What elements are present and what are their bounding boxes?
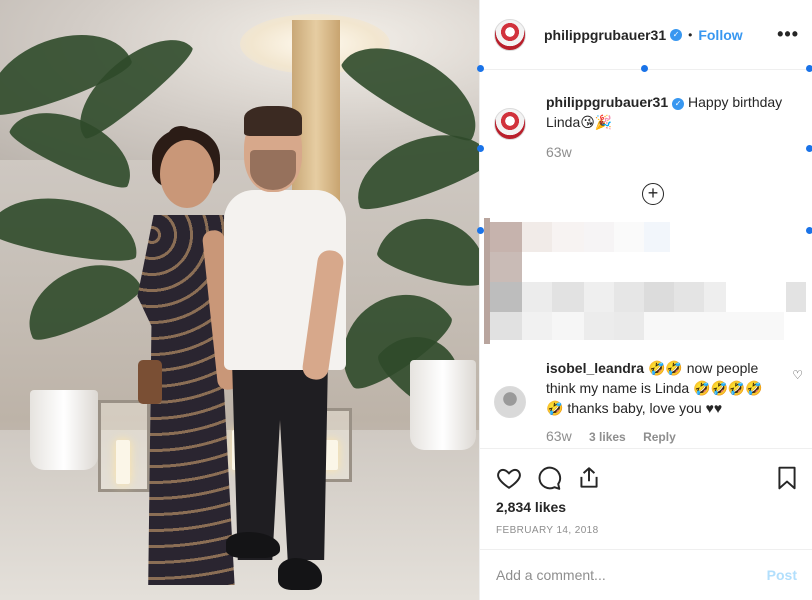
comment-icon[interactable] xyxy=(536,465,562,491)
comment-username[interactable]: isobel_leandra xyxy=(546,360,644,376)
add-comment-bar: Add a comment... Post xyxy=(480,549,812,600)
photo-planter xyxy=(410,360,476,450)
caption-author-avatar[interactable] xyxy=(494,108,526,140)
selection-handle[interactable] xyxy=(641,65,648,72)
comment-like-heart-icon[interactable]: ♡ xyxy=(792,368,803,382)
photo-face xyxy=(160,140,214,208)
redaction-pixel xyxy=(584,312,614,340)
redaction-pixel xyxy=(786,282,806,312)
selection-handle[interactable] xyxy=(477,227,484,234)
caption-text: philippgrubauer31 ✓ Happy birthday Linda😘… xyxy=(546,92,796,132)
photo-hair xyxy=(244,106,302,136)
separator-dot: • xyxy=(688,27,693,42)
redacted-comment-block xyxy=(484,218,809,344)
comment-reply-button[interactable]: Reply xyxy=(643,430,676,444)
photo-plant xyxy=(0,187,144,268)
post-actions: 2,834 likes FEBRUARY 14, 2018 Add a comm… xyxy=(480,448,812,600)
redaction-pixel xyxy=(490,222,522,252)
post-comment-button[interactable]: Post xyxy=(767,567,797,583)
more-options-icon[interactable]: ••• xyxy=(777,24,799,45)
redaction-pixel xyxy=(552,312,584,340)
redaction-pixel xyxy=(522,222,552,252)
caption-username[interactable]: philippgrubauer31 xyxy=(546,94,668,110)
post-photo[interactable] xyxy=(0,0,479,600)
photo-beard xyxy=(250,150,296,190)
redaction-pixel xyxy=(674,282,704,312)
heart-icon[interactable] xyxy=(496,465,522,491)
comment-meta: 63w 3 likes Reply xyxy=(546,428,690,444)
photo-candle xyxy=(116,440,130,484)
caption-timestamp[interactable]: 63w xyxy=(546,144,572,160)
selection-handle[interactable] xyxy=(806,65,812,72)
photo-plant xyxy=(374,206,479,294)
redaction-pixel xyxy=(552,222,584,252)
post-header: philippgrubauer31 ✓ • Follow ••• xyxy=(480,0,812,70)
redaction-pixel xyxy=(552,282,584,312)
redaction-pixel xyxy=(490,312,522,340)
add-comment-input[interactable]: Add a comment... xyxy=(496,567,606,583)
redaction-pixel xyxy=(584,222,614,252)
redaction-pixel xyxy=(704,282,726,312)
redaction-pixel xyxy=(644,222,670,252)
redaction-pixel xyxy=(584,282,614,312)
photo-bag xyxy=(138,360,162,404)
redaction-pixel xyxy=(644,312,784,340)
redaction-pixel xyxy=(490,252,522,282)
comment-text: isobel_leandra 🤣🤣 now people think my na… xyxy=(546,358,776,418)
author-username[interactable]: philippgrubauer31 xyxy=(544,27,666,43)
comment-likes-count[interactable]: 3 likes xyxy=(589,430,626,444)
redaction-pixel xyxy=(490,282,522,312)
redaction-pixel xyxy=(614,282,644,312)
author-avatar[interactable] xyxy=(494,18,526,51)
redaction-pixel xyxy=(644,282,674,312)
comment-timestamp[interactable]: 63w xyxy=(546,428,572,444)
commenter-avatar[interactable] xyxy=(494,386,526,418)
bookmark-icon[interactable] xyxy=(774,465,800,491)
photo-plant xyxy=(13,247,147,348)
verified-badge-icon: ✓ xyxy=(672,98,685,110)
likes-count[interactable]: 2,834 likes xyxy=(496,499,566,515)
redaction-pixel xyxy=(522,312,552,340)
share-icon[interactable] xyxy=(576,465,602,491)
post-date[interactable]: FEBRUARY 14, 2018 xyxy=(496,525,599,536)
load-more-comments-button[interactable]: + xyxy=(642,183,664,205)
redaction-pixel xyxy=(614,222,644,252)
follow-button[interactable]: Follow xyxy=(698,27,742,43)
selection-handle[interactable] xyxy=(806,145,812,152)
redaction-pixel xyxy=(522,282,552,312)
selection-handle[interactable] xyxy=(477,145,484,152)
post-side-panel: philippgrubauer31 ✓ • Follow ••• philipp… xyxy=(477,0,812,600)
photo-planter xyxy=(30,390,98,470)
selection-handle[interactable] xyxy=(477,65,484,72)
verified-badge-icon: ✓ xyxy=(670,28,683,41)
redaction-pixel xyxy=(614,312,644,340)
